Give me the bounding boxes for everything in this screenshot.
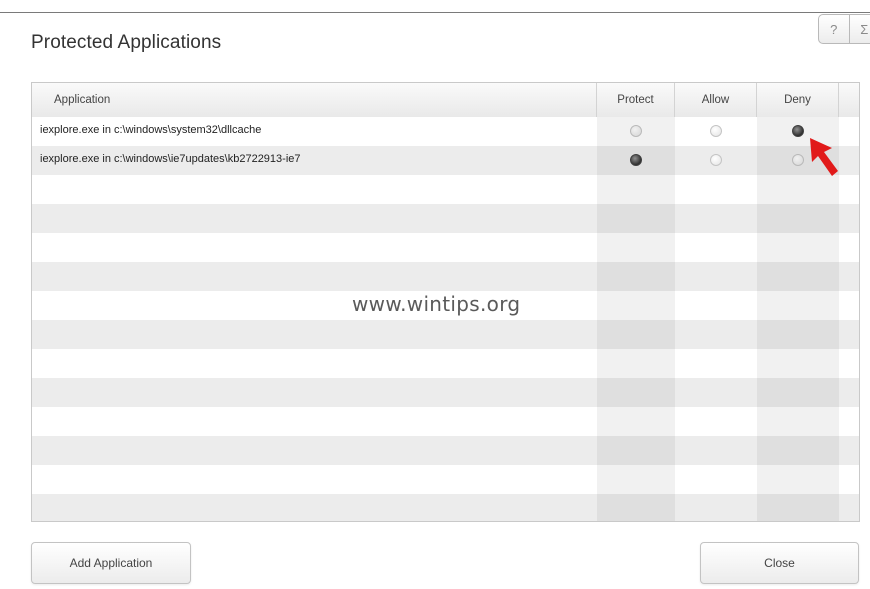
table-row: [32, 349, 859, 378]
window-controls: ? Σ: [818, 14, 870, 44]
table-row[interactable]: iexplore.exe in c:\windows\system32\dllc…: [32, 117, 859, 146]
table-row: [32, 233, 859, 262]
allow-radio[interactable]: [710, 154, 722, 166]
close-x-icon[interactable]: Σ: [848, 15, 870, 43]
table-row: [32, 262, 859, 291]
table-row: [32, 320, 859, 349]
dialog-title: Protected Applications: [31, 32, 222, 53]
column-header-deny[interactable]: Deny: [757, 83, 839, 117]
window-top-border: [0, 12, 870, 13]
column-header-application[interactable]: Application: [32, 83, 597, 117]
application-path: iexplore.exe in c:\windows\ie7updates\kb…: [40, 153, 301, 165]
application-path: iexplore.exe in c:\windows\system32\dllc…: [40, 124, 262, 136]
protect-column-shade: [597, 117, 675, 521]
allow-radio[interactable]: [710, 125, 722, 137]
table-row: [32, 378, 859, 407]
column-header-protect[interactable]: Protect: [597, 83, 675, 117]
help-question-icon[interactable]: ?: [819, 15, 849, 43]
table-row: [32, 436, 859, 465]
table-row: [32, 465, 859, 494]
table-header: Application Protect Allow Deny: [32, 83, 859, 118]
add-application-button[interactable]: Add Application: [31, 542, 191, 584]
table-row: [32, 407, 859, 436]
table-row: [32, 204, 859, 233]
watermark-text: www.wintips.org: [352, 292, 521, 316]
table-row[interactable]: iexplore.exe in c:\windows\ie7updates\kb…: [32, 146, 859, 175]
table-row: [32, 175, 859, 204]
close-button[interactable]: Close: [700, 542, 859, 584]
column-header-allow[interactable]: Allow: [675, 83, 757, 117]
annotation-arrow-icon: [810, 138, 838, 176]
column-header-filler: [839, 83, 859, 117]
table-row: [32, 494, 859, 521]
